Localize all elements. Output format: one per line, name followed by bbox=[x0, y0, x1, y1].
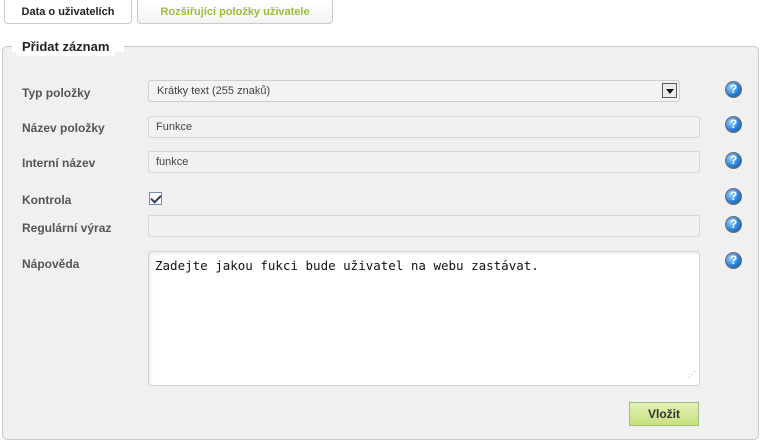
help-text-label: Nápověda bbox=[22, 257, 80, 271]
help-icon[interactable]: ? bbox=[725, 152, 742, 169]
type-select[interactable]: Krátky text (255 znaků) bbox=[148, 80, 680, 102]
type-select-value: Krátky text (255 znaků) bbox=[157, 85, 271, 97]
name-label: Název položky bbox=[22, 121, 105, 135]
check-checkbox[interactable] bbox=[149, 192, 162, 205]
tab-user-data[interactable]: Data o uživatelích bbox=[4, 0, 132, 24]
help-icon[interactable]: ? bbox=[725, 252, 742, 269]
check-label: Kontrola bbox=[22, 193, 72, 207]
regex-field[interactable] bbox=[148, 215, 700, 237]
tab-bar: Data o uživatelích Rozšiřující položky u… bbox=[0, 0, 761, 24]
help-textarea[interactable]: Zadejte jakou fukci bude uživatel na web… bbox=[148, 251, 700, 386]
resize-grip-icon[interactable]: ⋰ bbox=[688, 370, 696, 379]
insert-button[interactable]: Vložit bbox=[629, 402, 699, 426]
help-textarea-value: Zadejte jakou fukci bude uživatel na web… bbox=[155, 258, 539, 273]
chevron-down-icon[interactable] bbox=[662, 83, 677, 98]
regex-label: Regulární výraz bbox=[22, 221, 112, 235]
help-icon[interactable]: ? bbox=[725, 81, 742, 98]
help-icon[interactable]: ? bbox=[725, 188, 742, 205]
help-icon[interactable]: ? bbox=[725, 216, 742, 233]
help-icon[interactable]: ? bbox=[725, 116, 742, 133]
name-field[interactable]: Funkce bbox=[148, 116, 700, 138]
internal-name-label: Interní název bbox=[22, 156, 96, 170]
internal-name-field[interactable]: funkce bbox=[148, 151, 700, 173]
type-label: Typ položky bbox=[22, 86, 91, 100]
fieldset-legend: Přidat záznam bbox=[16, 38, 116, 56]
tab-extended-user-fields[interactable]: Rozšiřující položky uživatele bbox=[137, 0, 333, 24]
